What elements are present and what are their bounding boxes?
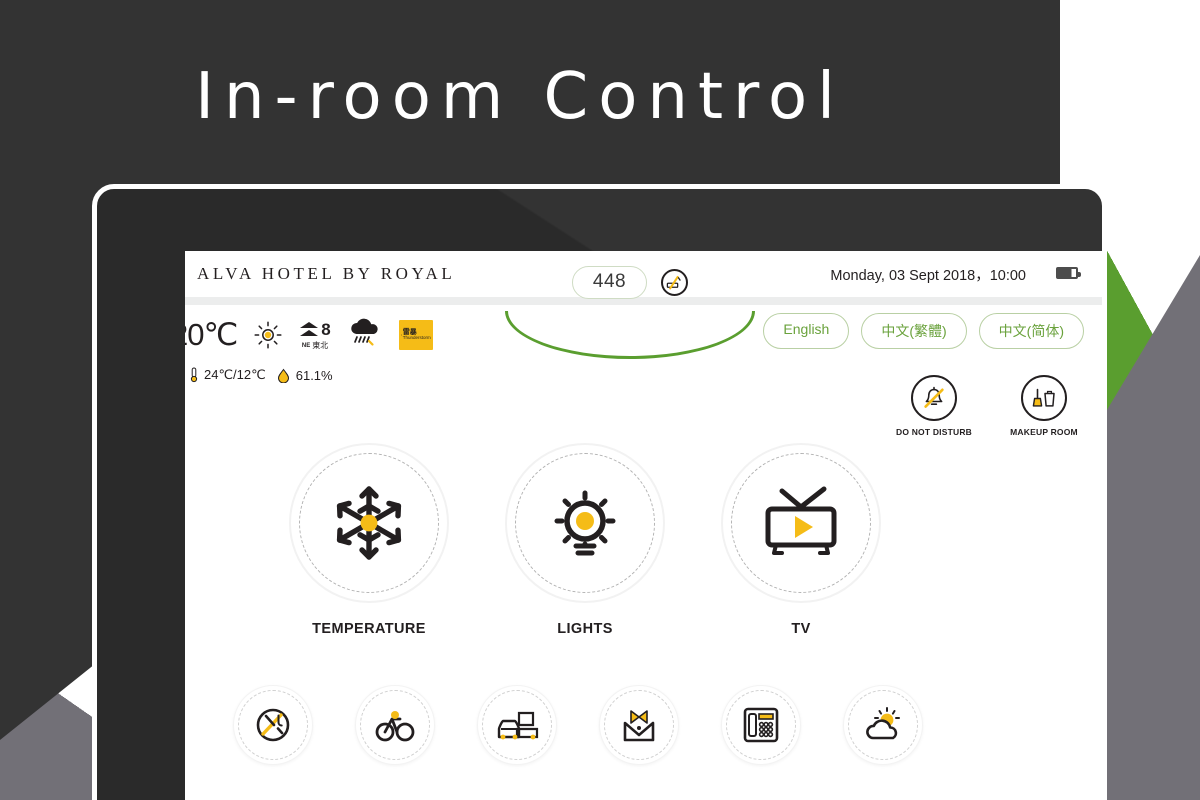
telephone-icon[interactable] bbox=[721, 685, 801, 765]
header-divider bbox=[185, 297, 1102, 305]
language-button-traditional-chinese[interactable]: 中文(繁體) bbox=[861, 313, 967, 349]
thermometer-icon bbox=[189, 367, 199, 383]
television-icon bbox=[758, 483, 844, 563]
date-time: Monday, 03 Sept 2018，10:00 bbox=[830, 268, 1026, 284]
makeup-room-label: MAKEUP ROOM bbox=[1010, 427, 1078, 437]
humidity-icon bbox=[276, 368, 291, 383]
service-toggles: DO NOT DISTURB MAKEUP ROOM bbox=[894, 375, 1084, 437]
weather-alert-badge: 雷暴 Thunderstorm bbox=[398, 320, 433, 350]
main-controls: TEMPERATURE LIGHTS TV bbox=[289, 443, 1102, 637]
control-tv[interactable]: TV bbox=[721, 443, 881, 637]
language-button-english[interactable]: English bbox=[763, 313, 850, 349]
quick-control-telephone[interactable] bbox=[721, 685, 801, 765]
snowflake-icon bbox=[328, 482, 410, 564]
control-temperature[interactable]: TEMPERATURE bbox=[289, 443, 449, 637]
do-not-disturb-label: DO NOT DISTURB bbox=[896, 427, 972, 437]
quick-control-dining[interactable] bbox=[233, 685, 313, 765]
tv-label: TV bbox=[791, 621, 811, 637]
sun-icon bbox=[253, 320, 283, 350]
language-button-simplified-chinese[interactable]: 中文(简体) bbox=[978, 313, 1084, 349]
current-temperature: 20℃ bbox=[185, 317, 238, 352]
quick-controls bbox=[233, 685, 1102, 765]
lightning-icon bbox=[400, 334, 402, 336]
do-not-disturb-icon bbox=[911, 375, 957, 421]
lightbulb-icon bbox=[545, 483, 625, 563]
weather-icon[interactable] bbox=[843, 685, 923, 765]
wind-force: 8 bbox=[321, 320, 331, 339]
language-selector: English 中文(繁體) 中文(简体) bbox=[763, 313, 1084, 349]
humidity-value: 61.1% bbox=[295, 367, 333, 383]
tablet-device: ALVA HOTEL BY ROYAL 448 Monday, 03 Sept … bbox=[92, 184, 1107, 800]
battery-icon bbox=[1056, 267, 1081, 279]
do-not-disturb-button[interactable]: DO NOT DISTURB bbox=[894, 375, 974, 437]
wind-arrow-icon bbox=[299, 321, 319, 339]
no-smoking-icon bbox=[661, 268, 689, 296]
control-lights[interactable]: LIGHTS bbox=[505, 443, 665, 637]
quick-control-bicycle[interactable] bbox=[355, 685, 435, 765]
alert-name-en: Thunderstorm bbox=[402, 335, 431, 341]
quick-control-weather[interactable] bbox=[843, 685, 923, 765]
tv-button-circle[interactable] bbox=[721, 443, 881, 603]
weather-panel: 20℃ bbox=[185, 313, 1102, 437]
bicycle-icon[interactable] bbox=[355, 685, 435, 765]
page-title: In-room Control bbox=[195, 60, 845, 134]
temp-range: 24℃/12℃ bbox=[204, 367, 266, 382]
dining-icon[interactable] bbox=[233, 685, 313, 765]
tablet-screen: ALVA HOTEL BY ROYAL 448 Monday, 03 Sept … bbox=[185, 251, 1102, 800]
car-transport-icon[interactable] bbox=[477, 685, 557, 765]
lights-button-circle[interactable] bbox=[505, 443, 665, 603]
quick-control-transport[interactable] bbox=[477, 685, 557, 765]
temperature-button-circle[interactable] bbox=[289, 443, 449, 603]
rain-cloud-icon bbox=[347, 317, 383, 353]
wind-dir-cn: 東北 bbox=[312, 340, 329, 350]
makeup-room-button[interactable]: MAKEUP ROOM bbox=[1004, 375, 1084, 437]
room-number-badge: 448 bbox=[571, 265, 648, 299]
wind-dir-abbr: NE bbox=[301, 342, 311, 349]
hotel-brand: ALVA HOTEL BY ROYAL bbox=[197, 264, 456, 283]
wind-indicator: 8 NE 東北 bbox=[299, 320, 331, 350]
temperature-label: TEMPERATURE bbox=[312, 621, 426, 637]
concierge-icon[interactable] bbox=[599, 685, 679, 765]
lights-label: LIGHTS bbox=[557, 621, 613, 637]
screen-header: ALVA HOTEL BY ROYAL 448 Monday, 03 Sept … bbox=[185, 251, 1102, 359]
quick-control-concierge[interactable] bbox=[599, 685, 679, 765]
makeup-room-icon bbox=[1021, 375, 1067, 421]
